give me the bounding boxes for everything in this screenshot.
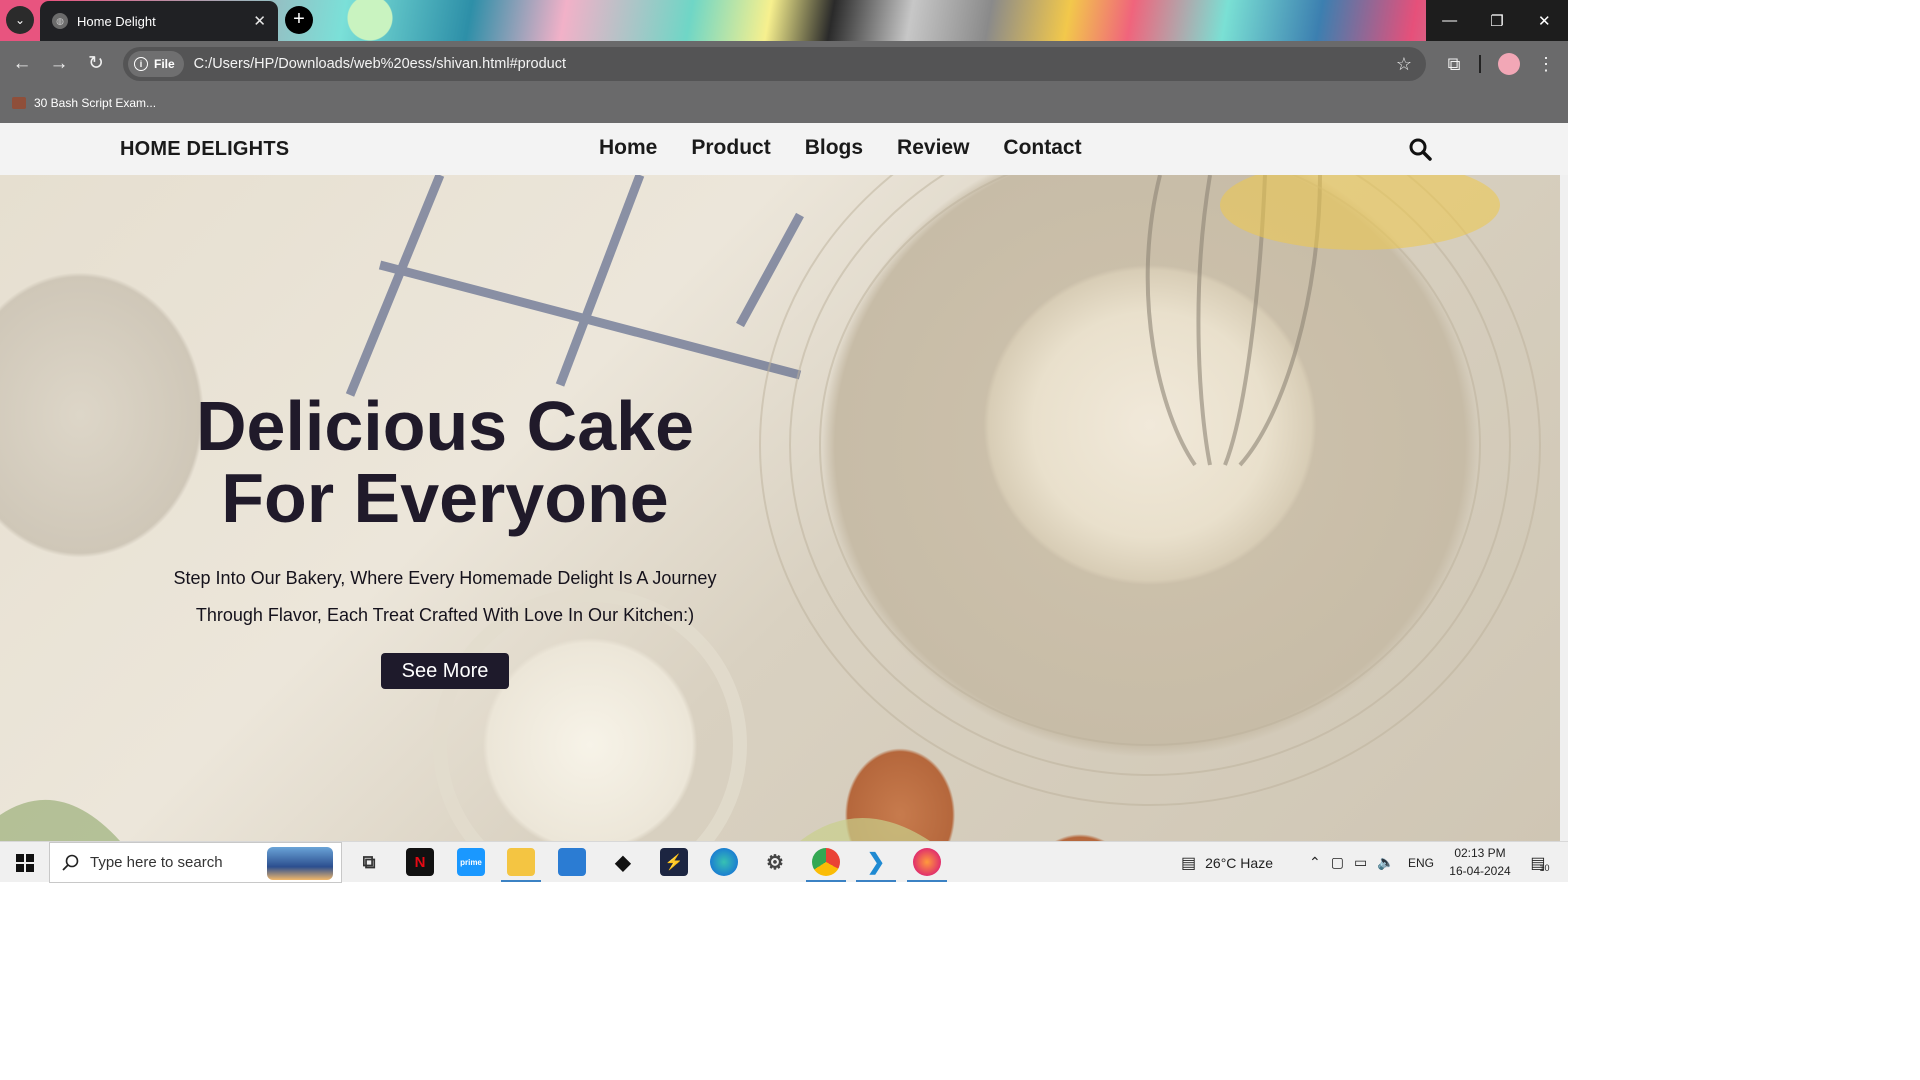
page-scrollbar[interactable] — [1560, 175, 1568, 841]
site-menu: Home Product Blogs Review Contact — [599, 136, 1082, 160]
system-tray: ⌃ ▢ ▭ 🔈 — [1309, 842, 1395, 883]
see-more-button[interactable]: See More — [381, 653, 509, 689]
restore-button[interactable]: ❐ — [1473, 0, 1520, 41]
web-page: HOME DELIGHTS Home Product Blogs Review … — [0, 123, 1568, 841]
search-icon — [62, 854, 79, 871]
site-logo[interactable]: HOME DELIGHTS — [120, 138, 289, 161]
show-hidden-icons-icon[interactable]: ⌃ — [1309, 854, 1321, 871]
edge-icon[interactable] — [710, 848, 738, 876]
site-info-label: File — [154, 57, 175, 71]
back-arrow-icon[interactable]: ← — [9, 51, 35, 77]
tab-title: Home Delight — [77, 13, 156, 29]
nav-home[interactable]: Home — [599, 136, 657, 160]
toolbar-divider — [1479, 55, 1481, 73]
reload-icon[interactable]: ↻ — [83, 51, 109, 77]
tab-close-icon[interactable]: ✕ — [253, 12, 266, 30]
hero-title-line-2: For Everyone — [221, 459, 669, 537]
search-highlight-image — [267, 847, 333, 880]
microsoft-store-icon[interactable] — [558, 848, 586, 876]
site-navbar: HOME DELIGHTS Home Product Blogs Review … — [0, 123, 1568, 175]
windows-logo-icon — [15, 853, 34, 872]
windows-taskbar: Type here to search ⧉ N prime ◆ ⚡ ⚙ ❯ ▤ … — [0, 841, 1568, 883]
task-view-icon[interactable]: ⧉ — [355, 848, 383, 876]
browser-tab[interactable]: ◍ Home Delight ✕ — [40, 1, 278, 41]
nav-contact[interactable]: Contact — [1003, 136, 1081, 160]
extensions-icon[interactable]: ⧉ — [1441, 51, 1467, 77]
prime-video-icon[interactable]: prime — [457, 848, 485, 876]
volume-icon[interactable]: 🔈 — [1377, 854, 1394, 871]
firefox-icon[interactable] — [907, 848, 947, 882]
vscode-icon[interactable]: ❯ — [856, 848, 896, 882]
address-bar[interactable]: i File C:/Users/HP/Downloads/web%20ess/s… — [123, 47, 1426, 81]
info-icon: i — [134, 57, 148, 71]
bookmark-favicon-icon — [12, 97, 26, 109]
bookmark-star-icon[interactable]: ☆ — [1396, 54, 1412, 75]
tab-search-menu-button[interactable]: ⌄ — [6, 6, 34, 34]
start-button[interactable] — [0, 842, 49, 883]
notification-center-icon[interactable]: ▤ 10 — [1525, 842, 1555, 883]
new-tab-button[interactable]: + — [285, 6, 313, 34]
window-controls: — ❐ ✕ — [1426, 0, 1568, 41]
hero-content: Delicious Cake For Everyone Step Into Ou… — [150, 390, 740, 689]
bookmark-label: 30 Bash Script Exam... — [34, 96, 157, 110]
weather-text: 26°C Haze — [1205, 854, 1273, 871]
browser-title-bar: ⌄ ◍ Home Delight ✕ + — ❐ ✕ — [0, 0, 1568, 41]
hero-background-image: Delicious Cake For Everyone Step Into Ou… — [0, 175, 1568, 841]
chrome-icon[interactable] — [806, 848, 846, 882]
netflix-icon[interactable]: N — [406, 848, 434, 876]
notification-count: 10 — [1539, 862, 1550, 873]
weather-widget[interactable]: ▤ 26°C Haze — [1181, 842, 1273, 883]
search-icon[interactable] — [1408, 137, 1432, 161]
hero-subtitle: Step Into Our Bakery, Where Every Homema… — [150, 560, 740, 634]
globe-icon: ◍ — [52, 13, 68, 29]
powershell-icon[interactable]: ⚡ — [660, 848, 688, 876]
url-text[interactable]: C:/Users/HP/Downloads/web%20ess/shivan.h… — [194, 56, 566, 72]
taskbar-search-box[interactable]: Type here to search — [49, 842, 342, 883]
hero-subtitle-line-2: Through Flavor, Each Treat Crafted With … — [195, 605, 695, 625]
profile-avatar[interactable] — [1496, 51, 1522, 77]
hero-title-line-1: Delicious Cake — [196, 387, 694, 465]
nav-product[interactable]: Product — [691, 136, 770, 160]
hero-title: Delicious Cake For Everyone — [150, 390, 740, 534]
site-info-chip[interactable]: i File — [128, 51, 184, 77]
clock-date: 16-04-2024 — [1449, 864, 1511, 878]
browser-toolbar: ← → ↻ i File C:/Users/HP/Downloads/web%2… — [0, 41, 1568, 87]
bookmarks-bar: 30 Bash Script Exam... — [0, 87, 1568, 123]
forward-arrow-icon[interactable]: → — [46, 51, 72, 77]
weather-icon: ▤ — [1181, 854, 1197, 872]
close-window-button[interactable]: ✕ — [1521, 0, 1568, 41]
file-explorer-icon[interactable] — [501, 848, 541, 882]
dropbox-icon[interactable]: ◆ — [609, 848, 637, 876]
meet-now-icon[interactable]: ▢ — [1331, 854, 1344, 871]
browser-menu-icon[interactable]: ⋮ — [1533, 51, 1559, 77]
taskbar-search-placeholder: Type here to search — [90, 854, 223, 871]
clock-time: 02:13 PM — [1454, 846, 1506, 860]
nav-review[interactable]: Review — [897, 136, 969, 160]
hero-subtitle-line-1: Step Into Our Bakery, Where Every Homema… — [173, 568, 717, 588]
bookmark-item[interactable]: 30 Bash Script Exam... — [12, 96, 156, 110]
minimize-button[interactable]: — — [1426, 0, 1473, 41]
battery-icon[interactable]: ▭ — [1354, 854, 1367, 871]
settings-gear-icon[interactable]: ⚙ — [761, 848, 789, 876]
language-indicator[interactable]: ENG — [1408, 842, 1434, 883]
clock[interactable]: 02:13 PM 16-04-2024 — [1440, 844, 1520, 880]
nav-blogs[interactable]: Blogs — [805, 136, 863, 160]
